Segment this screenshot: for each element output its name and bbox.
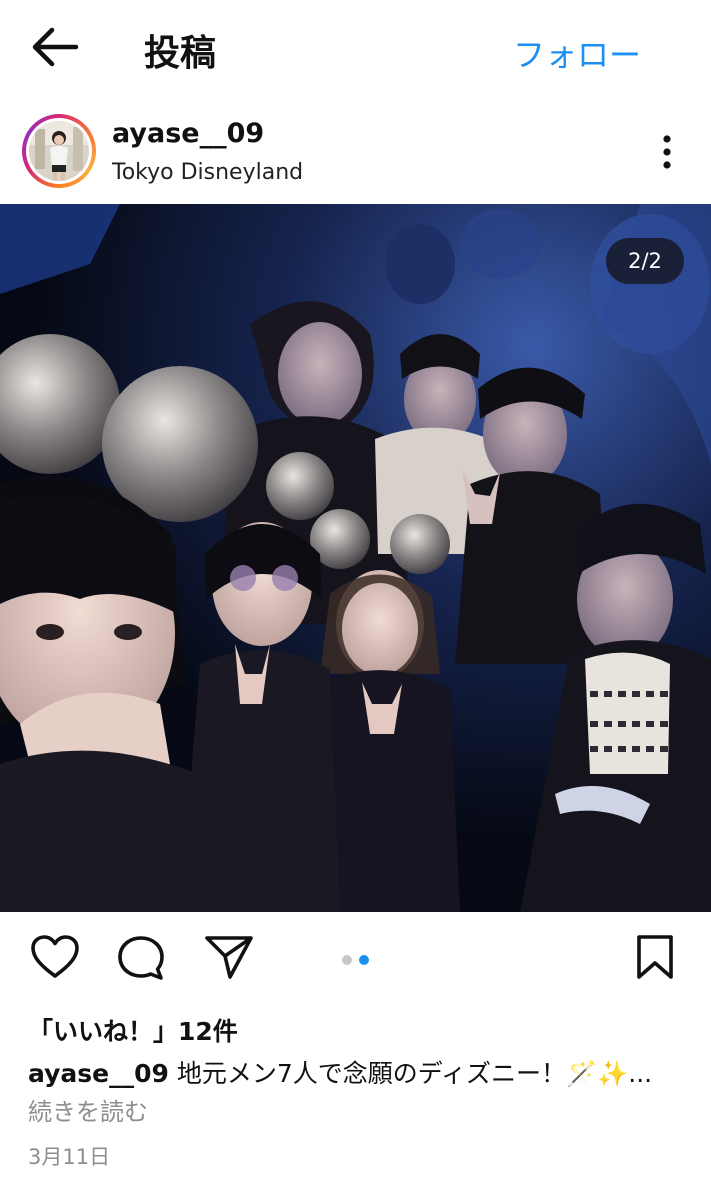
send-icon [205,936,253,979]
share-button[interactable] [204,934,254,984]
like-button[interactable] [30,934,80,984]
post-location[interactable]: Tokyo Disneyland [112,160,303,185]
carousel-dot-2 [359,955,369,965]
comment-button[interactable] [116,934,166,986]
carousel-dots [340,953,380,967]
caption-username[interactable]: ayase__09 [28,1059,169,1088]
likes-count[interactable]: 「いいね！」12件 [28,1012,238,1048]
group-selfie-image [0,204,711,912]
read-more-link[interactable]: 続きを読む [28,1092,148,1127]
page-title: 投稿 [144,33,217,74]
more-vertical-icon [663,135,671,169]
caption-text: 地元メン7人で念願のディズニー！🪄✨... [176,1059,653,1088]
post-date: 3月11日 [28,1145,111,1169]
more-options-button[interactable] [650,130,684,174]
comment-icon [118,936,164,980]
bookmark-icon [637,935,673,979]
post-username[interactable]: ayase__09 [112,118,264,149]
heart-icon [31,935,79,978]
avatar-image [29,121,89,181]
carousel-dot-1 [342,955,352,965]
carousel-counter: 2/2 [606,238,684,284]
avatar-border [26,118,92,184]
avatar[interactable] [22,114,96,188]
top-bar: 投稿 フォロー [0,0,711,98]
arrow-left-icon [32,27,79,67]
follow-button[interactable]: フォロー [513,30,641,76]
save-button[interactable] [634,934,676,984]
post-header: ayase__09 Tokyo Disneyland [0,104,711,202]
action-bar [0,920,711,1000]
post-caption: ayase__09 地元メン7人で念願のディズニー！🪄✨... [28,1054,688,1090]
post-photo[interactable]: 2/2 [0,204,711,912]
back-button[interactable] [26,22,82,72]
